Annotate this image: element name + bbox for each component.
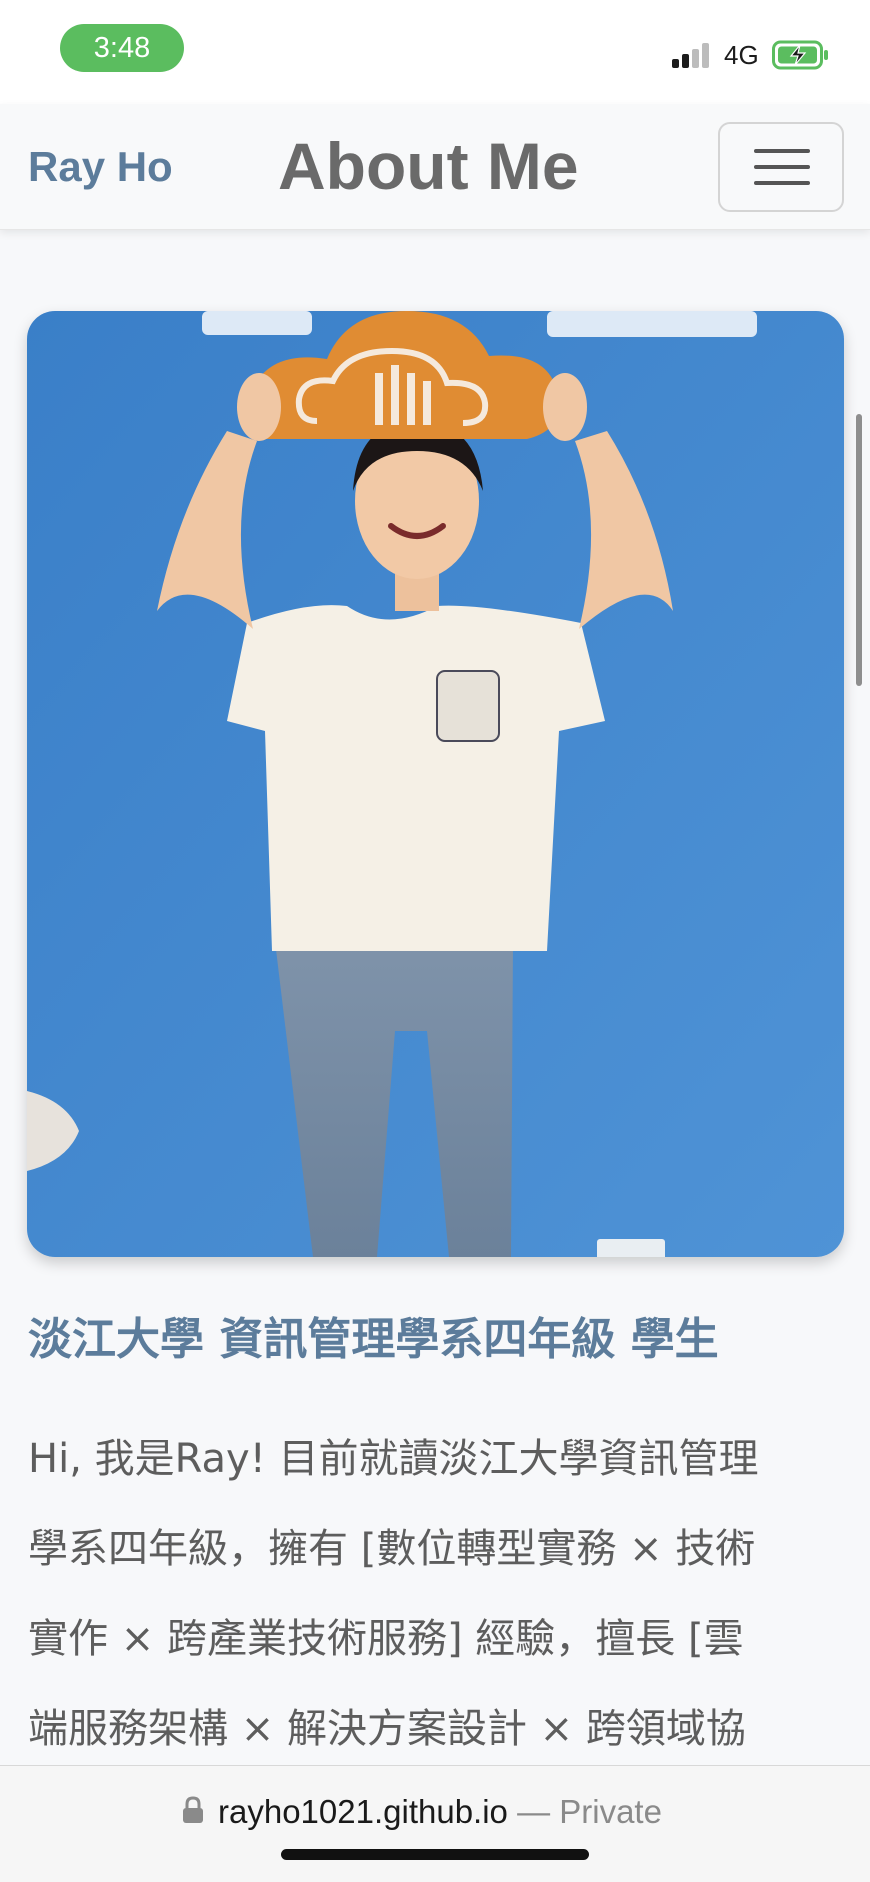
- bio-line: 實作 × 跨產業技術服務] 經驗，擅長 [雲: [28, 1616, 744, 1662]
- private-mode-label: Private: [559, 1793, 662, 1830]
- bio-line: Hi, 我是Ray! 目前就讀淡江大學資訊管理: [28, 1436, 759, 1482]
- home-indicator[interactable]: [281, 1849, 589, 1860]
- bio-line: 學系四年級，擁有 [數位轉型實務 × 技術: [28, 1526, 756, 1572]
- scrollbar[interactable]: [856, 414, 862, 686]
- status-bar: 3:48 4G: [0, 0, 870, 104]
- brand-link[interactable]: Ray Ho: [28, 142, 173, 192]
- profile-bio: Hi, 我是Ray! 目前就讀淡江大學資訊管理 學系四年級，擁有 [數位轉型實務…: [28, 1414, 850, 1774]
- network-type: 4G: [724, 40, 759, 70]
- url-separator: —: [507, 1793, 560, 1830]
- lock-icon: [183, 1796, 203, 1823]
- browser-url-bar[interactable]: rayho1021.github.io — Private: [0, 1765, 870, 1882]
- cellular-signal-icon: [672, 42, 712, 68]
- profile-subtitle: 淡江大學 資訊管理學系四年級 學生: [28, 1314, 719, 1365]
- profile-photo-illustration: [27, 311, 844, 1257]
- bio-line: 端服務架構 × 解決方案設計 × 跨領域協: [28, 1706, 746, 1752]
- profile-photo: [27, 311, 844, 1257]
- url-text[interactable]: rayho1021.github.io — Private: [218, 1792, 662, 1832]
- page-title: About Me: [278, 129, 579, 203]
- menu-toggle-button[interactable]: [718, 122, 844, 212]
- navbar: Ray Ho About Me: [0, 104, 870, 230]
- battery-charging-icon: [772, 40, 828, 70]
- status-time: 3:48: [60, 24, 184, 72]
- url-domain: rayho1021.github.io: [218, 1793, 508, 1830]
